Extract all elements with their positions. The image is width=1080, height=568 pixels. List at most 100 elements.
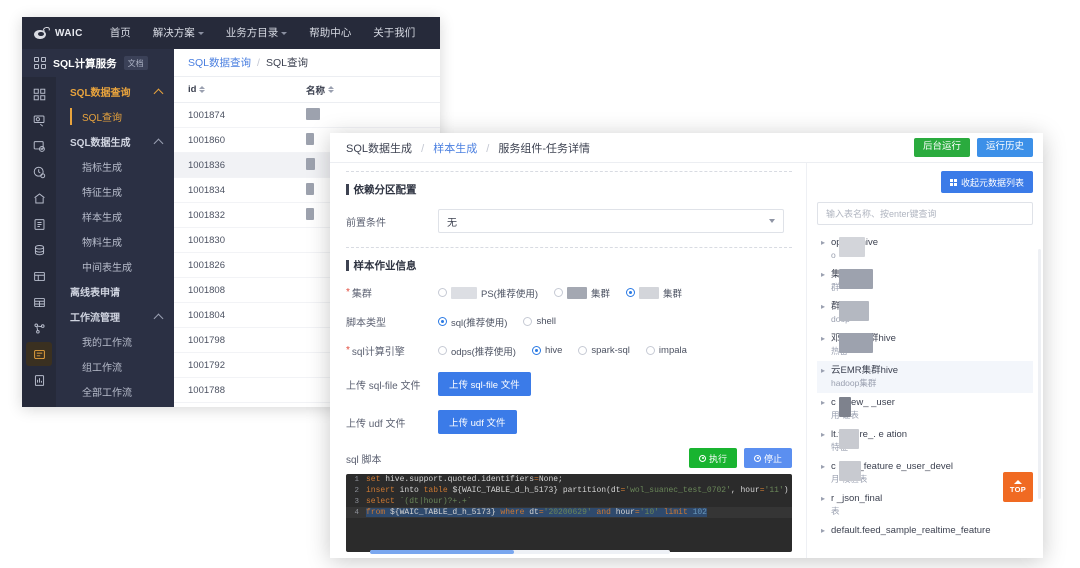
back-to-top-label: TOP — [1009, 485, 1027, 494]
sidebar-item-feature-generate[interactable]: 特征生成 — [56, 179, 174, 204]
field-cluster-label-text: 集群 — [351, 289, 372, 300]
nav-item-business-catalog[interactable]: 业务方目录 — [215, 17, 299, 49]
column-header-name[interactable]: 名称 — [306, 83, 335, 97]
sidebar-item-intermediate-table-generate[interactable]: 中间表生成 — [56, 254, 174, 279]
apps-grid-icon[interactable] — [34, 57, 46, 69]
script-type-option-sql-label: sql(推荐使用) — [451, 317, 508, 329]
vertical-scrollbar[interactable] — [1038, 249, 1041, 499]
tree-node[interactable]: ▸集群hive群 — [817, 265, 1033, 297]
engine-option-hive[interactable]: hive — [531, 345, 562, 356]
tree-node[interactable]: ▸op集群hiveo — [817, 233, 1033, 265]
detail-breadcrumb-current: 服务组件-任务详情 — [498, 142, 591, 155]
expand-toggle-icon[interactable]: ▸ — [819, 525, 827, 537]
sidebar-item-workflow-management[interactable]: 工作流管理 — [56, 304, 174, 329]
cluster-option-2[interactable]: 集群 — [626, 286, 682, 300]
sort-icon[interactable] — [328, 86, 335, 93]
cluster-option-1[interactable]: 集群 — [554, 286, 610, 300]
nav-item-home[interactable]: 首页 — [99, 17, 142, 49]
sidebar-item-sql-data-generate[interactable]: SQL数据生成 — [56, 129, 174, 154]
field-sql-script-label: sql 脚本 — [346, 454, 382, 466]
script-type-option-sql[interactable]: sql(推荐使用) — [438, 315, 507, 329]
nav-item-solutions[interactable]: 解决方案 — [142, 17, 215, 49]
apps-grid-icon[interactable] — [26, 82, 52, 106]
redacted-text — [839, 333, 873, 353]
sql-generate-icon[interactable] — [26, 134, 52, 158]
breadcrumb-link[interactable]: SQL数据查询 — [188, 55, 251, 70]
sidebar-item-sample-generate[interactable]: 样本生成 — [56, 204, 174, 229]
field-sql-engine: * sql计算引擎 odps(推荐使用) hive spark-sql impa… — [346, 343, 792, 358]
nav-item-about-us[interactable]: 关于我们 — [362, 17, 426, 49]
tree-node[interactable]: ▸ c .new_feature e_user_devel 月 校验表 — [817, 457, 1033, 489]
stop-button[interactable]: 停止 — [743, 448, 792, 468]
detail-breadcrumb-link[interactable]: 样本生成 — [433, 143, 477, 155]
archive-icon[interactable] — [26, 212, 52, 236]
table-icon[interactable] — [26, 264, 52, 288]
detail-breadcrumb: SQL数据生成 / 样本生成 / 服务组件-任务详情 — [346, 140, 914, 156]
cluster-option-1-label: 集群 — [591, 288, 611, 300]
expand-toggle-icon[interactable]: ▸ — [819, 333, 827, 345]
tree-node-subtitle: 用 证表 — [831, 410, 859, 420]
home-icon[interactable] — [26, 186, 52, 210]
workflow-icon[interactable] — [26, 342, 52, 366]
table-row[interactable]: 1001874 — [174, 103, 440, 128]
expand-toggle-icon[interactable]: ▸ — [819, 461, 827, 473]
sql-query-icon[interactable] — [26, 108, 52, 132]
tree-node[interactable]: ▸ c lt.new_ _user 用 证表 — [817, 393, 1033, 425]
clock-search-icon[interactable] — [26, 160, 52, 184]
expand-toggle-icon[interactable]: ▸ — [819, 237, 827, 249]
column-header-id[interactable]: id — [188, 84, 306, 95]
tree-node[interactable]: ▸ lt.feature_. e ation特征 — [817, 425, 1033, 457]
redacted-text — [306, 207, 314, 220]
expand-toggle-icon[interactable]: ▸ — [819, 269, 827, 281]
horizontal-scrollbar[interactable] — [370, 550, 670, 554]
sidebar-item-all-workflow[interactable]: 全部工作流 — [56, 379, 174, 404]
sidebar-menu: SQL数据查询 SQL查询 SQL数据生成 指标生成 特征生成 样本生成 物料生… — [56, 77, 174, 407]
collapse-metadata-button[interactable]: 收起元数据列表 — [940, 171, 1033, 193]
engine-option-odps[interactable]: odps(推荐使用) — [438, 344, 516, 358]
sidebar-item-material-generate[interactable]: 物料生成 — [56, 229, 174, 254]
chart-report-icon[interactable] — [26, 368, 52, 392]
radio-dot — [523, 317, 533, 326]
brand-logo[interactable]: WAIC — [34, 25, 83, 40]
share-nodes-icon[interactable] — [26, 316, 52, 340]
execute-button[interactable]: 执行 — [688, 448, 737, 468]
upload-sqlfile-button[interactable]: 上传 sql-file 文件 — [438, 372, 531, 396]
tree-node[interactable]: ▸ r _json_final 表 — [817, 489, 1033, 521]
sidebar-item-offline-table-apply[interactable]: 离线表申请 — [56, 279, 174, 304]
background-run-button[interactable]: 后台运行 — [913, 138, 970, 157]
expand-toggle-icon[interactable]: ▸ — [819, 429, 827, 441]
expand-toggle-icon[interactable]: ▸ — [819, 301, 827, 313]
sql-code-editor[interactable]: 1 set hive.support.quoted.identifiers=No… — [346, 474, 792, 552]
sidebar-item-sql-query[interactable]: SQL查询 — [56, 104, 174, 129]
tree-node[interactable]: ▸ 云EMR集群hive hadoop集群 — [817, 361, 1033, 393]
tree-node-title: default.feed_sample_realtime_feature — [831, 525, 991, 536]
back-to-top-button[interactable]: TOP — [1003, 472, 1033, 502]
sidebar-item-my-workflow[interactable]: 我的工作流 — [56, 329, 174, 354]
tree-node[interactable]: ▸邓热备集群hive热备 — [817, 329, 1033, 361]
script-type-option-shell[interactable]: shell — [523, 316, 556, 327]
script-actions: 执行 停止 — [688, 448, 792, 468]
engine-option-spark-sql[interactable]: spark-sql — [578, 345, 630, 356]
radio-dot — [626, 288, 636, 297]
sidebar-item-group-workflow[interactable]: 组工作流 — [56, 354, 174, 379]
doc-chip[interactable]: 文档 — [123, 56, 148, 70]
detail-breadcrumb-root[interactable]: SQL数据生成 — [346, 143, 412, 155]
cluster-option-0[interactable]: PS(推荐使用) — [438, 286, 538, 300]
sidebar-item-metric-generate[interactable]: 指标生成 — [56, 154, 174, 179]
database-icon[interactable] — [26, 238, 52, 262]
tree-node[interactable]: ▸ default.feed_sample_realtime_feature — [817, 521, 1033, 541]
nav-item-help-center[interactable]: 帮助中心 — [298, 17, 362, 49]
precondition-select[interactable]: 无 — [438, 209, 784, 233]
tree-node[interactable]: ▸群hivedoop — [817, 297, 1033, 329]
metadata-search-input[interactable]: 输入表名称、按enter键查询 — [817, 202, 1033, 225]
expand-toggle-icon[interactable]: ▸ — [819, 397, 827, 409]
expand-toggle-icon[interactable]: ▸ — [819, 365, 827, 377]
upload-udf-button[interactable]: 上传 udf 文件 — [438, 410, 517, 434]
sort-icon[interactable] — [199, 86, 206, 93]
engine-option-impala[interactable]: impala — [645, 345, 687, 356]
run-history-button[interactable]: 运行历史 — [976, 138, 1033, 157]
table-alt-icon[interactable] — [26, 290, 52, 314]
expand-toggle-icon[interactable]: ▸ — [819, 493, 827, 505]
sidebar-item-sql-data-query[interactable]: SQL数据查询 — [56, 79, 174, 104]
tree-node-title: r _json_final — [831, 493, 883, 504]
